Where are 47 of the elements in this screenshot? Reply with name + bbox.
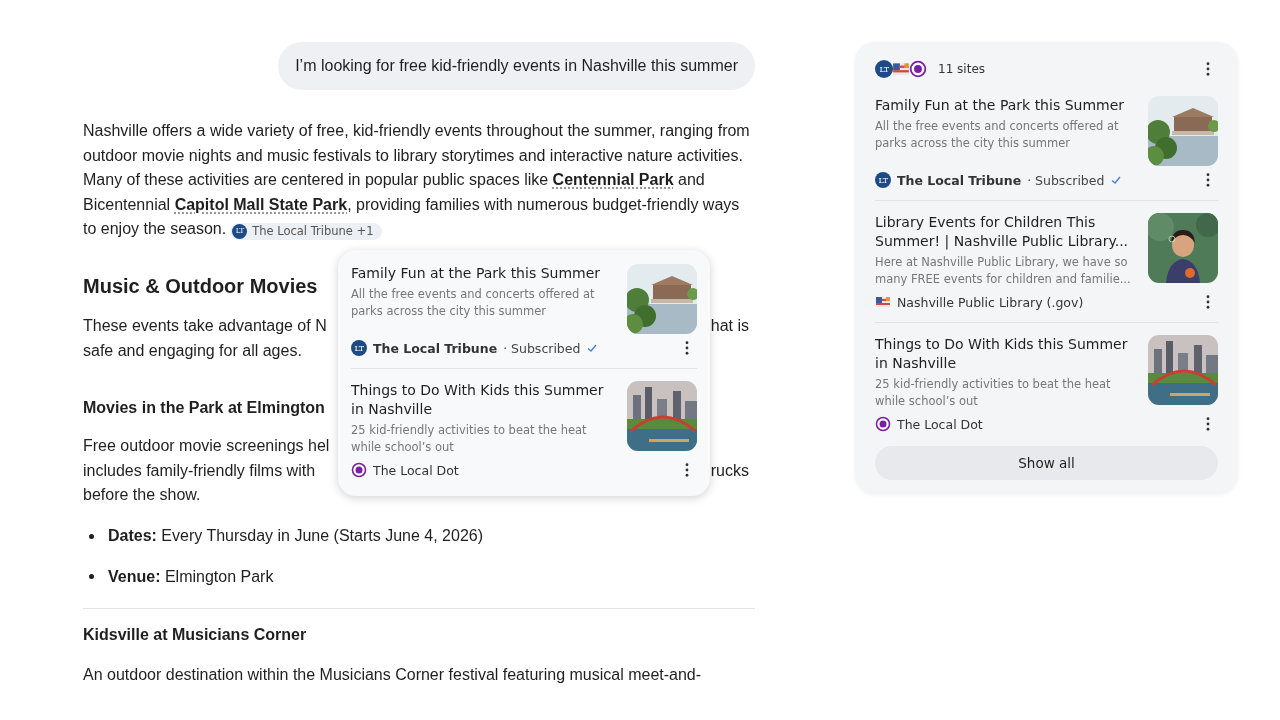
ring-dot-icon bbox=[351, 462, 367, 478]
subscription-status: · Subscribed bbox=[1027, 172, 1105, 188]
more-options-icon[interactable] bbox=[1206, 173, 1210, 187]
paragraph-line: Free outdoor movie screenings hel bbox=[83, 436, 330, 457]
paragraph-line: hat is bbox=[710, 315, 749, 336]
section-heading: Music & Outdoor Movies bbox=[83, 273, 318, 299]
source-snippet: All the free events and concerts offered at parks across the city this summer bbox=[875, 118, 1120, 152]
source-snippet: 25 kid-friendly activities to beat the heat while school’s out bbox=[875, 376, 1112, 410]
source-logo: LT bbox=[875, 172, 891, 188]
paragraph-line: safe and engaging for all ages. bbox=[83, 340, 302, 361]
source-snippet: 25 kid-friendly activities to beat the heat while school’s out bbox=[351, 422, 588, 456]
ring-dot-icon bbox=[909, 60, 927, 78]
bullet-item: Venue: Elmington Park bbox=[108, 566, 274, 587]
more-options-icon[interactable] bbox=[1206, 62, 1210, 76]
subscription-status: · Subscribed bbox=[503, 340, 581, 356]
subsection-heading: Kidsville at Musicians Corner bbox=[83, 625, 307, 646]
source-logo: LT bbox=[351, 340, 367, 356]
ring-dot-icon bbox=[875, 416, 891, 432]
source-title[interactable]: Things to Do With Kids this Summer in Nashville bbox=[351, 381, 615, 419]
source-title[interactable]: Family Fun at the Park this Summer bbox=[875, 96, 1136, 115]
flag-icon bbox=[892, 60, 910, 78]
paragraph-line: includes family-friendly films with bbox=[83, 460, 316, 481]
source-name: The Local Dot bbox=[373, 462, 459, 478]
source-logo: LT bbox=[875, 60, 893, 78]
paragraph-line: rucks bbox=[710, 460, 749, 481]
source-name: Nashville Public Library (.gov) bbox=[897, 294, 1084, 310]
source-title[interactable]: Library Events for Children This Summer! | Nashville Public Library... bbox=[875, 213, 1136, 251]
source-name: The Local Tribune bbox=[373, 340, 498, 356]
source-name: The Local Dot bbox=[897, 416, 983, 432]
source-title[interactable]: Things to Do With Kids this Summer in Nashville bbox=[875, 335, 1136, 373]
sites-count: 11 sites bbox=[938, 62, 985, 76]
flag-icon bbox=[875, 294, 891, 310]
paragraph-line: These events take advantage of N bbox=[83, 315, 327, 336]
user-message: I’m looking for free kid-friendly events in Nashville this summer bbox=[278, 42, 755, 90]
source-snippet: All the free events and concerts offered at parks across the city this summer bbox=[351, 286, 596, 320]
paragraph-line: before the show. bbox=[83, 485, 201, 506]
more-options-icon[interactable] bbox=[1206, 417, 1210, 431]
subsection-heading: Movies in the Park at Elmington bbox=[83, 398, 325, 419]
more-options-icon[interactable] bbox=[685, 341, 689, 355]
source-snippet: Here at Nashville Public Library, we have so many FREE events for children and familie... bbox=[875, 254, 1132, 288]
bullet-item: Dates: Every Thursday in June (Starts June 4, 2026) bbox=[108, 525, 483, 546]
show-all-button[interactable]: Show all bbox=[875, 446, 1218, 480]
more-options-icon[interactable] bbox=[1206, 295, 1210, 309]
source-name: The Local Tribune bbox=[897, 172, 1022, 188]
answer-paragraph: An outdoor destination within the Musicians Corner festival featuring musical meet-and- bbox=[83, 665, 703, 686]
source-title[interactable]: Family Fun at the Park this Summer bbox=[351, 264, 615, 283]
more-options-icon[interactable] bbox=[685, 463, 689, 477]
